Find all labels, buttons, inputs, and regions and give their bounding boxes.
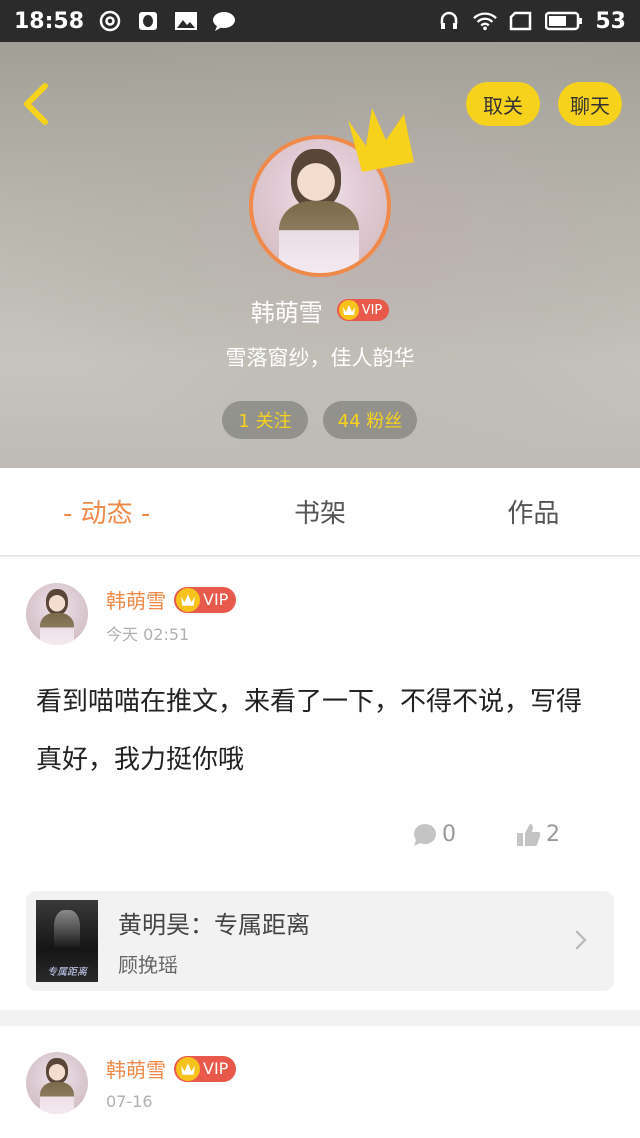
- book-title: 黄明昊：专属距离: [118, 911, 310, 939]
- vip-badge: VIP: [174, 586, 237, 613]
- post-time: 07-16: [106, 1092, 153, 1111]
- book-cover: 专属距离: [36, 900, 98, 982]
- screen-icon: [509, 9, 533, 33]
- thumbs-up-icon: [517, 823, 541, 846]
- vip-badge: VIP: [174, 1055, 237, 1082]
- battery-icon: [545, 9, 583, 33]
- user-name-row: 韩萌雪 VIP: [0, 292, 640, 328]
- chevron-right-icon: [575, 930, 587, 950]
- feed-post: 韩萌雪 VIP 今天 02:51 看到喵喵在推文，来看了一下，不得不说，写得真好…: [0, 557, 640, 1010]
- book-author: 顾挽瑶: [118, 953, 178, 977]
- post-author-row: 韩萌雪 VIP: [106, 1054, 237, 1083]
- back-button[interactable]: [14, 80, 58, 128]
- message-icon: [212, 9, 236, 33]
- book-card[interactable]: 专属距离 黄明昊：专属距离 顾挽瑶: [26, 891, 614, 991]
- profile-header: 取关 聊天 韩萌雪 VIP 雪落窗纱，佳人韵华 1 关注 44 粉丝: [0, 42, 640, 468]
- avatar[interactable]: [26, 583, 88, 645]
- vip-badge: VIP: [336, 299, 390, 321]
- wifi-icon: [473, 9, 498, 33]
- chat-button[interactable]: 聊天: [558, 82, 622, 126]
- comment-button[interactable]: 0: [412, 822, 456, 847]
- status-bar: 18:58 53: [0, 0, 640, 42]
- post-author-row: 韩萌雪 VIP: [106, 585, 237, 614]
- gallery-icon: [174, 9, 198, 33]
- avatar[interactable]: [26, 1052, 88, 1114]
- netease-music-icon: [98, 9, 122, 33]
- tab-works[interactable]: 作品: [427, 468, 640, 555]
- qq-icon: [136, 9, 160, 33]
- crown-icon: [338, 300, 359, 320]
- unfollow-button[interactable]: 取关: [466, 82, 540, 126]
- battery-level: 53: [595, 8, 626, 34]
- post-time: 今天 02:51: [106, 625, 190, 644]
- like-count: 2: [546, 822, 560, 847]
- post-content: 看到喵喵在推文，来看了一下，不得不说，写得真好，我力挺你哦: [36, 687, 583, 775]
- feed-post: 韩萌雪 VIP 07-16: [0, 1026, 640, 1138]
- comment-count: 0: [442, 822, 456, 847]
- tab-bookshelf[interactable]: 书架: [213, 468, 426, 555]
- profile-tabs: - 动态 - 书架 作品: [0, 468, 640, 556]
- status-time: 18:58: [14, 8, 85, 34]
- crown-icon: [176, 587, 200, 612]
- fans-count[interactable]: 44 粉丝: [323, 401, 417, 439]
- headset-icon: [437, 9, 461, 33]
- post-actions: 0 2: [412, 822, 560, 847]
- like-button[interactable]: 2: [516, 822, 560, 847]
- post-author-name[interactable]: 韩萌雪: [106, 1054, 166, 1083]
- following-count[interactable]: 1 关注: [222, 401, 308, 439]
- chevron-left-icon: [24, 83, 48, 125]
- crown-icon: [348, 108, 414, 172]
- comment-icon: [414, 823, 436, 846]
- crown-icon: [176, 1056, 200, 1081]
- tab-activity[interactable]: - 动态 -: [0, 468, 213, 555]
- post-author-name[interactable]: 韩萌雪: [106, 585, 166, 614]
- user-name: 韩萌雪: [250, 298, 323, 327]
- user-signature: 雪落窗纱，佳人韵华: [225, 346, 415, 370]
